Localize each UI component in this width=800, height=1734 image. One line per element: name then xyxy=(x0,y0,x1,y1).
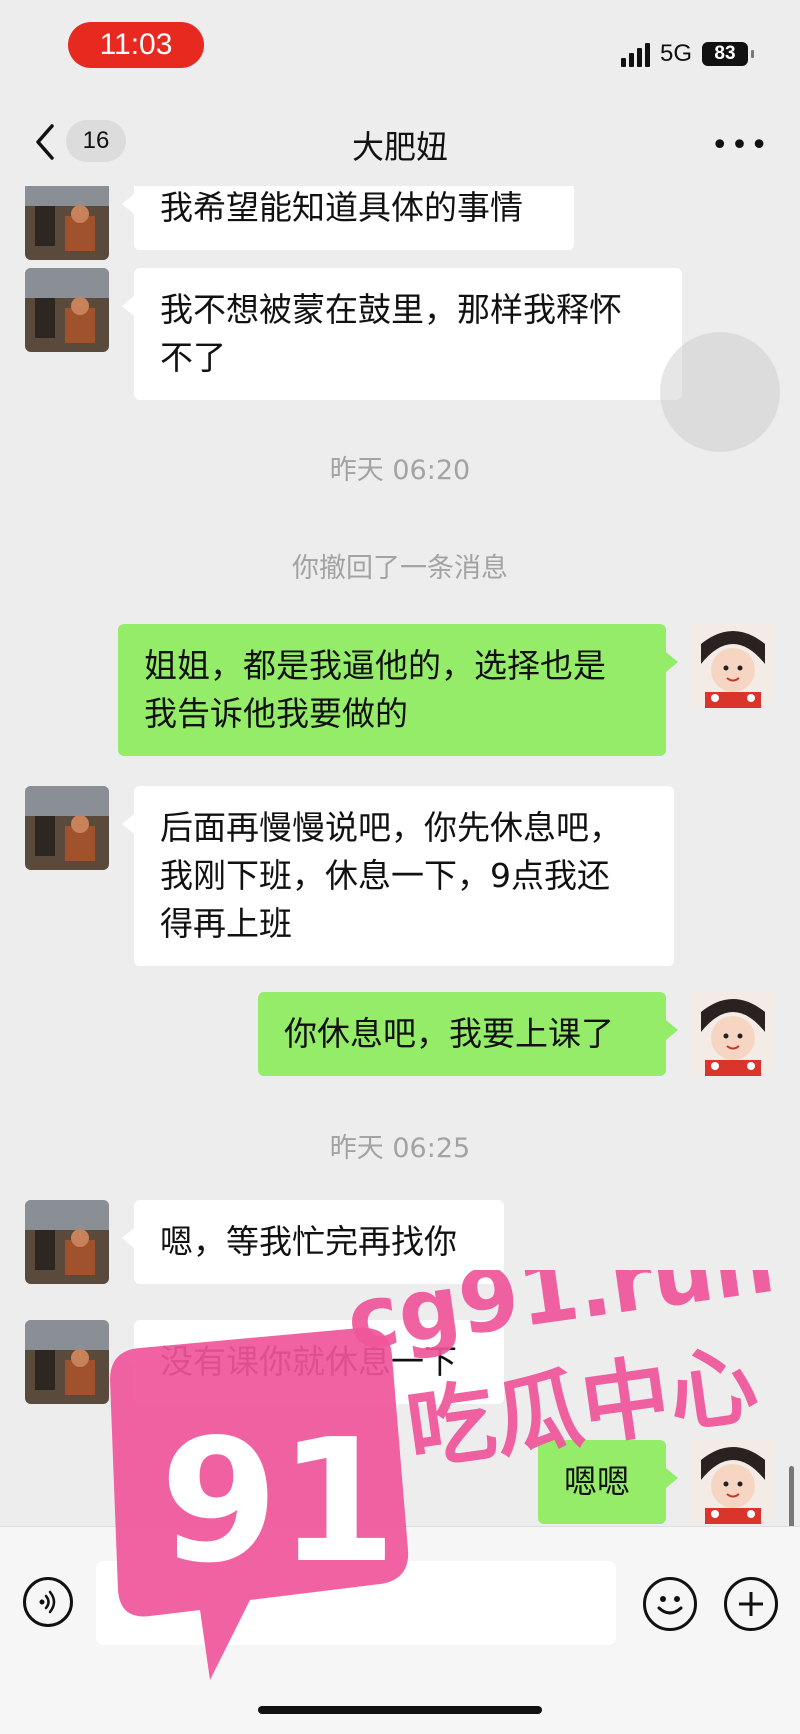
message-input[interactable] xyxy=(96,1561,616,1645)
message-bubble-incoming[interactable]: 没有课你就休息一下 xyxy=(122,1320,504,1404)
contact-avatar[interactable] xyxy=(25,786,109,870)
status-time: 11:03 xyxy=(68,22,204,68)
message-bubble-incoming[interactable]: 我希望能知道具体的事情 xyxy=(122,186,574,250)
message-text: 你休息吧，我要上课了 xyxy=(284,1014,614,1053)
floating-overlay xyxy=(660,332,780,452)
message-text-line: 姐姐，都是我逼他的，选择也是 xyxy=(144,646,606,685)
plus-button[interactable] xyxy=(724,1577,778,1631)
voice-button[interactable] xyxy=(23,1577,73,1627)
message-text-line: 得再上班 xyxy=(160,904,292,943)
my-avatar[interactable] xyxy=(691,1440,775,1524)
my-avatar[interactable] xyxy=(691,624,775,708)
voice-icon xyxy=(39,1590,56,1614)
message-text-line: 我刚下班，休息一下，9点我还 xyxy=(160,856,610,895)
contact-avatar[interactable] xyxy=(25,1320,109,1404)
message-text-line: 后面再慢慢说吧，你先休息吧， xyxy=(160,808,622,847)
input-bar xyxy=(0,1526,800,1734)
chat-header: 16 大肥妞 ••• xyxy=(0,100,800,186)
message-bubble-incoming[interactable]: 后面再慢慢说吧，你先休息吧， 我刚下班，休息一下，9点我还 得再上班 xyxy=(122,786,674,966)
recall-notice: 你撤回了一条消息 xyxy=(292,553,508,584)
timestamp: 昨天 06:20 xyxy=(329,455,471,486)
contact-avatar[interactable] xyxy=(25,1200,109,1284)
message-bubble-outgoing[interactable]: 姐姐，都是我逼他的，选择也是 我告诉他我要做的 xyxy=(118,624,678,756)
message-bubble-incoming[interactable]: 我不想被蒙在鼓里，那样我释怀 不了 xyxy=(122,268,682,400)
message-list[interactable]: 我希望能知道具体的事情 我不想被蒙在鼓里，那样我释怀 不了 昨天 06:20 你… xyxy=(0,186,800,1526)
emoji-button[interactable] xyxy=(643,1577,697,1631)
plus-icon xyxy=(739,1592,763,1616)
contact-avatar[interactable] xyxy=(25,186,109,260)
message-text: 嗯嗯 xyxy=(564,1462,630,1501)
battery-icon: 83 xyxy=(702,42,754,66)
message-bubble-outgoing[interactable]: 你休息吧，我要上课了 xyxy=(258,992,678,1076)
message-text-line: 我不想被蒙在鼓里，那样我释怀 xyxy=(160,290,622,329)
chat-title: 大肥妞 xyxy=(351,128,448,166)
home-indicator[interactable] xyxy=(258,1706,542,1714)
message-text: 嗯，等我忙完再找你 xyxy=(160,1222,457,1261)
message-bubble-outgoing[interactable]: 嗯嗯 xyxy=(538,1440,678,1524)
message-text: 我希望能知道具体的事情 xyxy=(160,188,523,227)
status-bar: 11:03 5G 83 xyxy=(0,0,800,100)
more-icon[interactable]: ••• xyxy=(711,128,770,163)
timestamp: 昨天 06:25 xyxy=(329,1133,471,1164)
my-avatar[interactable] xyxy=(691,992,775,1076)
emoji-icon xyxy=(657,1596,683,1615)
status-indicators: 5G 83 xyxy=(620,36,754,72)
message-text-line: 不了 xyxy=(160,338,226,377)
network-type: 5G xyxy=(659,40,692,67)
message-text-line: 我告诉他我要做的 xyxy=(144,694,408,733)
contact-avatar[interactable] xyxy=(25,268,109,352)
message-text: 没有课你就休息一下 xyxy=(160,1342,457,1381)
signal-icon xyxy=(620,41,650,67)
message-bubble-incoming[interactable]: 嗯，等我忙完再找你 xyxy=(122,1200,504,1284)
